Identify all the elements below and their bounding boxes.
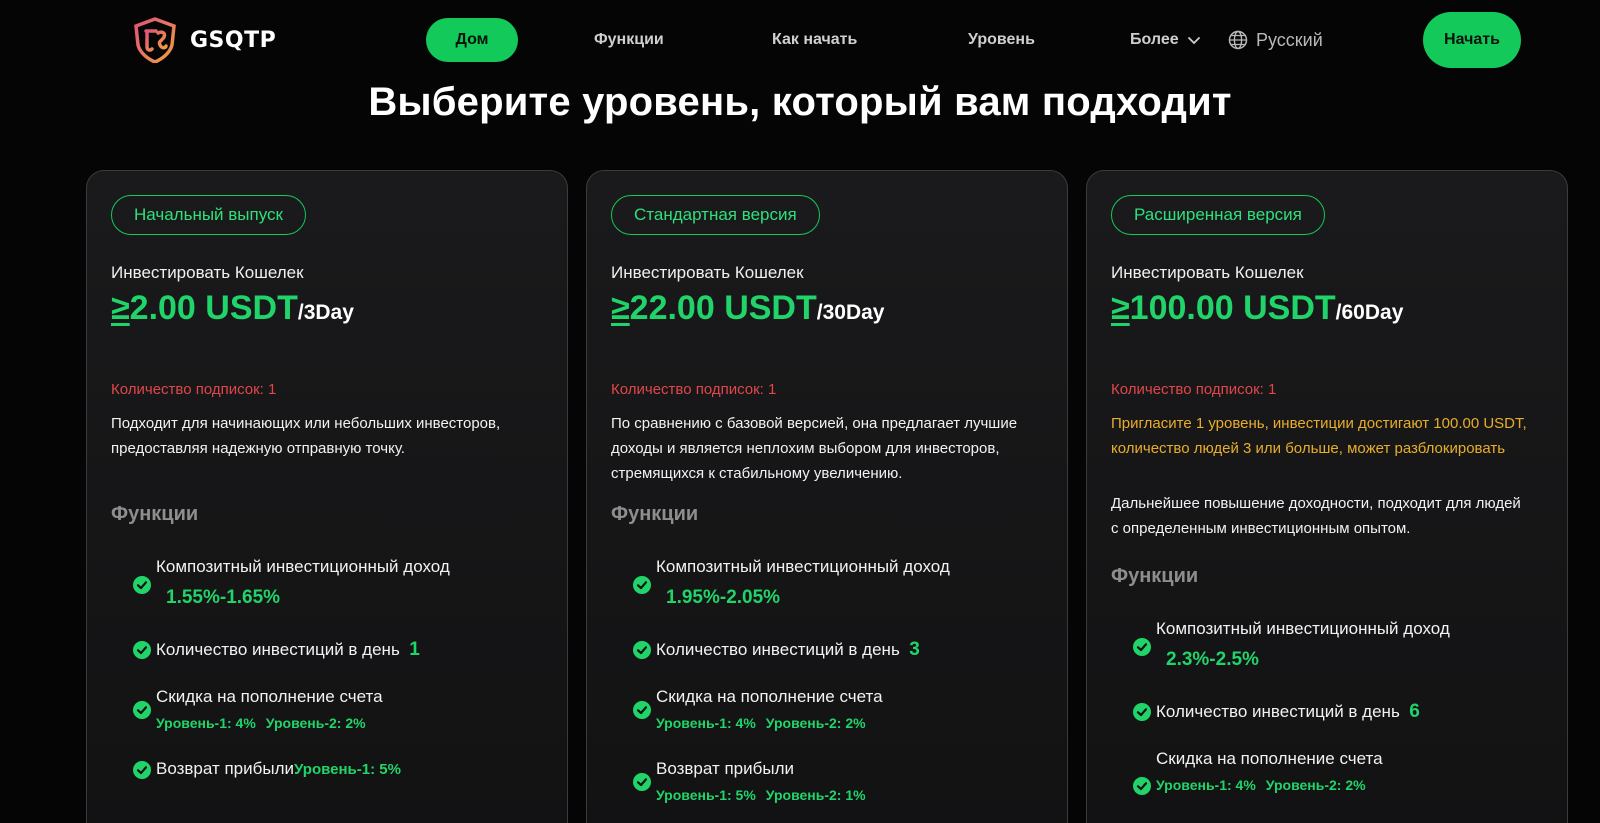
- price-period: /60Day: [1335, 301, 1404, 324]
- invest-label: Инвестировать Кошелек: [611, 263, 804, 282]
- feature-levels: Уровень-1: 4% Уровень-2: 2%: [1156, 777, 1366, 793]
- start-button[interactable]: Начать: [1423, 12, 1521, 68]
- invest-label: Инвестировать Кошелек: [1111, 263, 1304, 282]
- tier-badge: Стандартная версия: [611, 195, 820, 235]
- main-nav: Дом Функции Как начать Уровень Более: [0, 18, 1600, 62]
- feature-value: 1.95%-2.05%: [666, 587, 781, 608]
- ge-sign: ≥: [111, 289, 130, 327]
- check-circle-icon: [1133, 703, 1151, 721]
- plan-card-standard: Стандартная версия Инвестировать Кошелек…: [586, 170, 1068, 823]
- nav-level[interactable]: Уровень: [968, 18, 1035, 62]
- nav-functions[interactable]: Функции: [594, 18, 664, 62]
- feature-label: Возврат прибыли: [156, 759, 295, 778]
- check-circle-icon: [633, 701, 651, 719]
- amount-value: 22.00 USDT: [629, 289, 817, 327]
- invest-label: Инвестировать Кошелек: [111, 263, 304, 282]
- feature-label: Композитный инвестиционный доход: [656, 557, 950, 576]
- price: ≥2.00 USDT/3Day: [111, 289, 354, 328]
- feature-label: Количество инвестиций в день: [156, 640, 400, 659]
- site-header: GSQTP Дом Функции Как начать Уровень Бол…: [0, 0, 1600, 80]
- unlock-condition: Пригласите 1 уровень, инвестиции достига…: [1111, 415, 1527, 457]
- feature-levels: Уровень-1: 4% Уровень-2: 2%: [156, 715, 366, 731]
- feature-label: Композитный инвестиционный доход: [1156, 619, 1450, 638]
- level-1-value: Уровень-1: 4%: [1156, 777, 1256, 793]
- price: ≥100.00 USDT/60Day: [1111, 289, 1403, 328]
- tier-badge: Расширенная версия: [1111, 195, 1325, 235]
- check-circle-icon: [633, 773, 651, 791]
- feature-label: Скидка на пополнение счета: [156, 687, 383, 706]
- check-circle-icon: [633, 576, 651, 594]
- amount-value: 100.00 USDT: [1129, 289, 1336, 327]
- plan-description: Дальнейшее повышение доходности, подходи…: [1111, 495, 1521, 537]
- price-amount: ≥22.00 USDT: [611, 289, 817, 327]
- level-2-value: Уровень-2: 2%: [1265, 777, 1366, 793]
- page-title: Выберите уровень, который вам подходит: [368, 80, 1232, 124]
- nav-how-to-start[interactable]: Как начать: [772, 18, 857, 62]
- check-circle-icon: [1133, 638, 1151, 656]
- chevron-down-icon: [1187, 37, 1200, 45]
- ge-sign: ≥: [1111, 289, 1130, 327]
- check-circle-icon: [133, 576, 151, 594]
- price: ≥22.00 USDT/30Day: [611, 289, 884, 328]
- features-heading: Функции: [611, 503, 699, 525]
- price-period: /3Day: [297, 301, 354, 324]
- feature-label-row: Количество инвестиций в день 1: [156, 639, 420, 661]
- features-heading: Функции: [1111, 565, 1199, 587]
- feature-label: Скидка на пополнение счета: [1156, 749, 1383, 768]
- feature-levels: Уровень-1: 4% Уровень-2: 2%: [656, 715, 866, 731]
- feature-value: 1.55%-1.65%: [166, 587, 281, 608]
- feature-label: Композитный инвестиционный доход: [156, 557, 450, 576]
- level-2-value: Уровень-2: 2%: [765, 715, 866, 731]
- feature-label-row: Количество инвестиций в день 3: [656, 639, 920, 661]
- feature-value: 6: [1409, 701, 1420, 722]
- feature-value: 2.3%-2.5%: [1166, 649, 1259, 670]
- features-heading: Функции: [111, 503, 199, 525]
- nav-more-dropdown[interactable]: Более: [1130, 18, 1201, 62]
- feature-label: Возврат прибыли: [656, 759, 795, 778]
- language-label: Русский: [1256, 29, 1323, 50]
- nav-home[interactable]: Дом: [426, 18, 518, 62]
- feature-value: 3: [909, 639, 920, 660]
- level-1-value: Уровень-1: 5%: [294, 761, 401, 778]
- plan-card-starter: Начальный выпуск Инвестировать Кошелек ≥…: [86, 170, 568, 823]
- feature-label-row: Количество инвестиций в день 6: [1156, 701, 1420, 723]
- level-2-value: Уровень-2: 1%: [765, 787, 866, 803]
- subscriptions-count: Количество подписок: 1: [111, 381, 277, 398]
- check-circle-icon: [133, 641, 151, 659]
- subscriptions-count: Количество подписок: 1: [611, 381, 777, 398]
- subscriptions-count: Количество подписок: 1: [1111, 381, 1277, 398]
- feature-label: Количество инвестиций в день: [656, 640, 900, 659]
- globe-icon: [1228, 30, 1248, 50]
- check-circle-icon: [133, 761, 151, 779]
- feature-label: Скидка на пополнение счета: [656, 687, 883, 706]
- check-circle-icon: [1133, 777, 1151, 795]
- feature-label: Количество инвестиций в день: [1156, 702, 1400, 721]
- language-selector[interactable]: Русский: [1228, 18, 1323, 62]
- nav-more-label: Более: [1130, 31, 1179, 48]
- feature-levels: Уровень-1: 5% Уровень-2: 1%: [656, 787, 866, 803]
- feature-value: 1: [409, 639, 420, 660]
- price-amount: ≥100.00 USDT: [1111, 289, 1336, 327]
- check-circle-icon: [133, 701, 151, 719]
- tier-badge: Начальный выпуск: [111, 195, 306, 235]
- level-1-value: Уровень-1: 4%: [156, 715, 256, 731]
- level-2-value: Уровень-2: 2%: [265, 715, 366, 731]
- ge-sign: ≥: [611, 289, 630, 327]
- plan-card-advanced: Расширенная версия Инвестировать Кошелек…: [1086, 170, 1568, 823]
- check-circle-icon: [633, 641, 651, 659]
- price-period: /30Day: [816, 301, 885, 324]
- plan-description: Подходит для начинающих или небольших ин…: [111, 415, 501, 457]
- feature-label-row: Возврат прибылиУровень-1: 5%: [156, 759, 401, 779]
- level-1-value: Уровень-1: 4%: [656, 715, 756, 731]
- level-1-value: Уровень-1: 5%: [656, 787, 756, 803]
- price-amount: ≥2.00 USDT: [111, 289, 298, 327]
- plan-description: По сравнению с базовой версией, она пред…: [611, 415, 1018, 482]
- amount-value: 2.00 USDT: [129, 289, 298, 327]
